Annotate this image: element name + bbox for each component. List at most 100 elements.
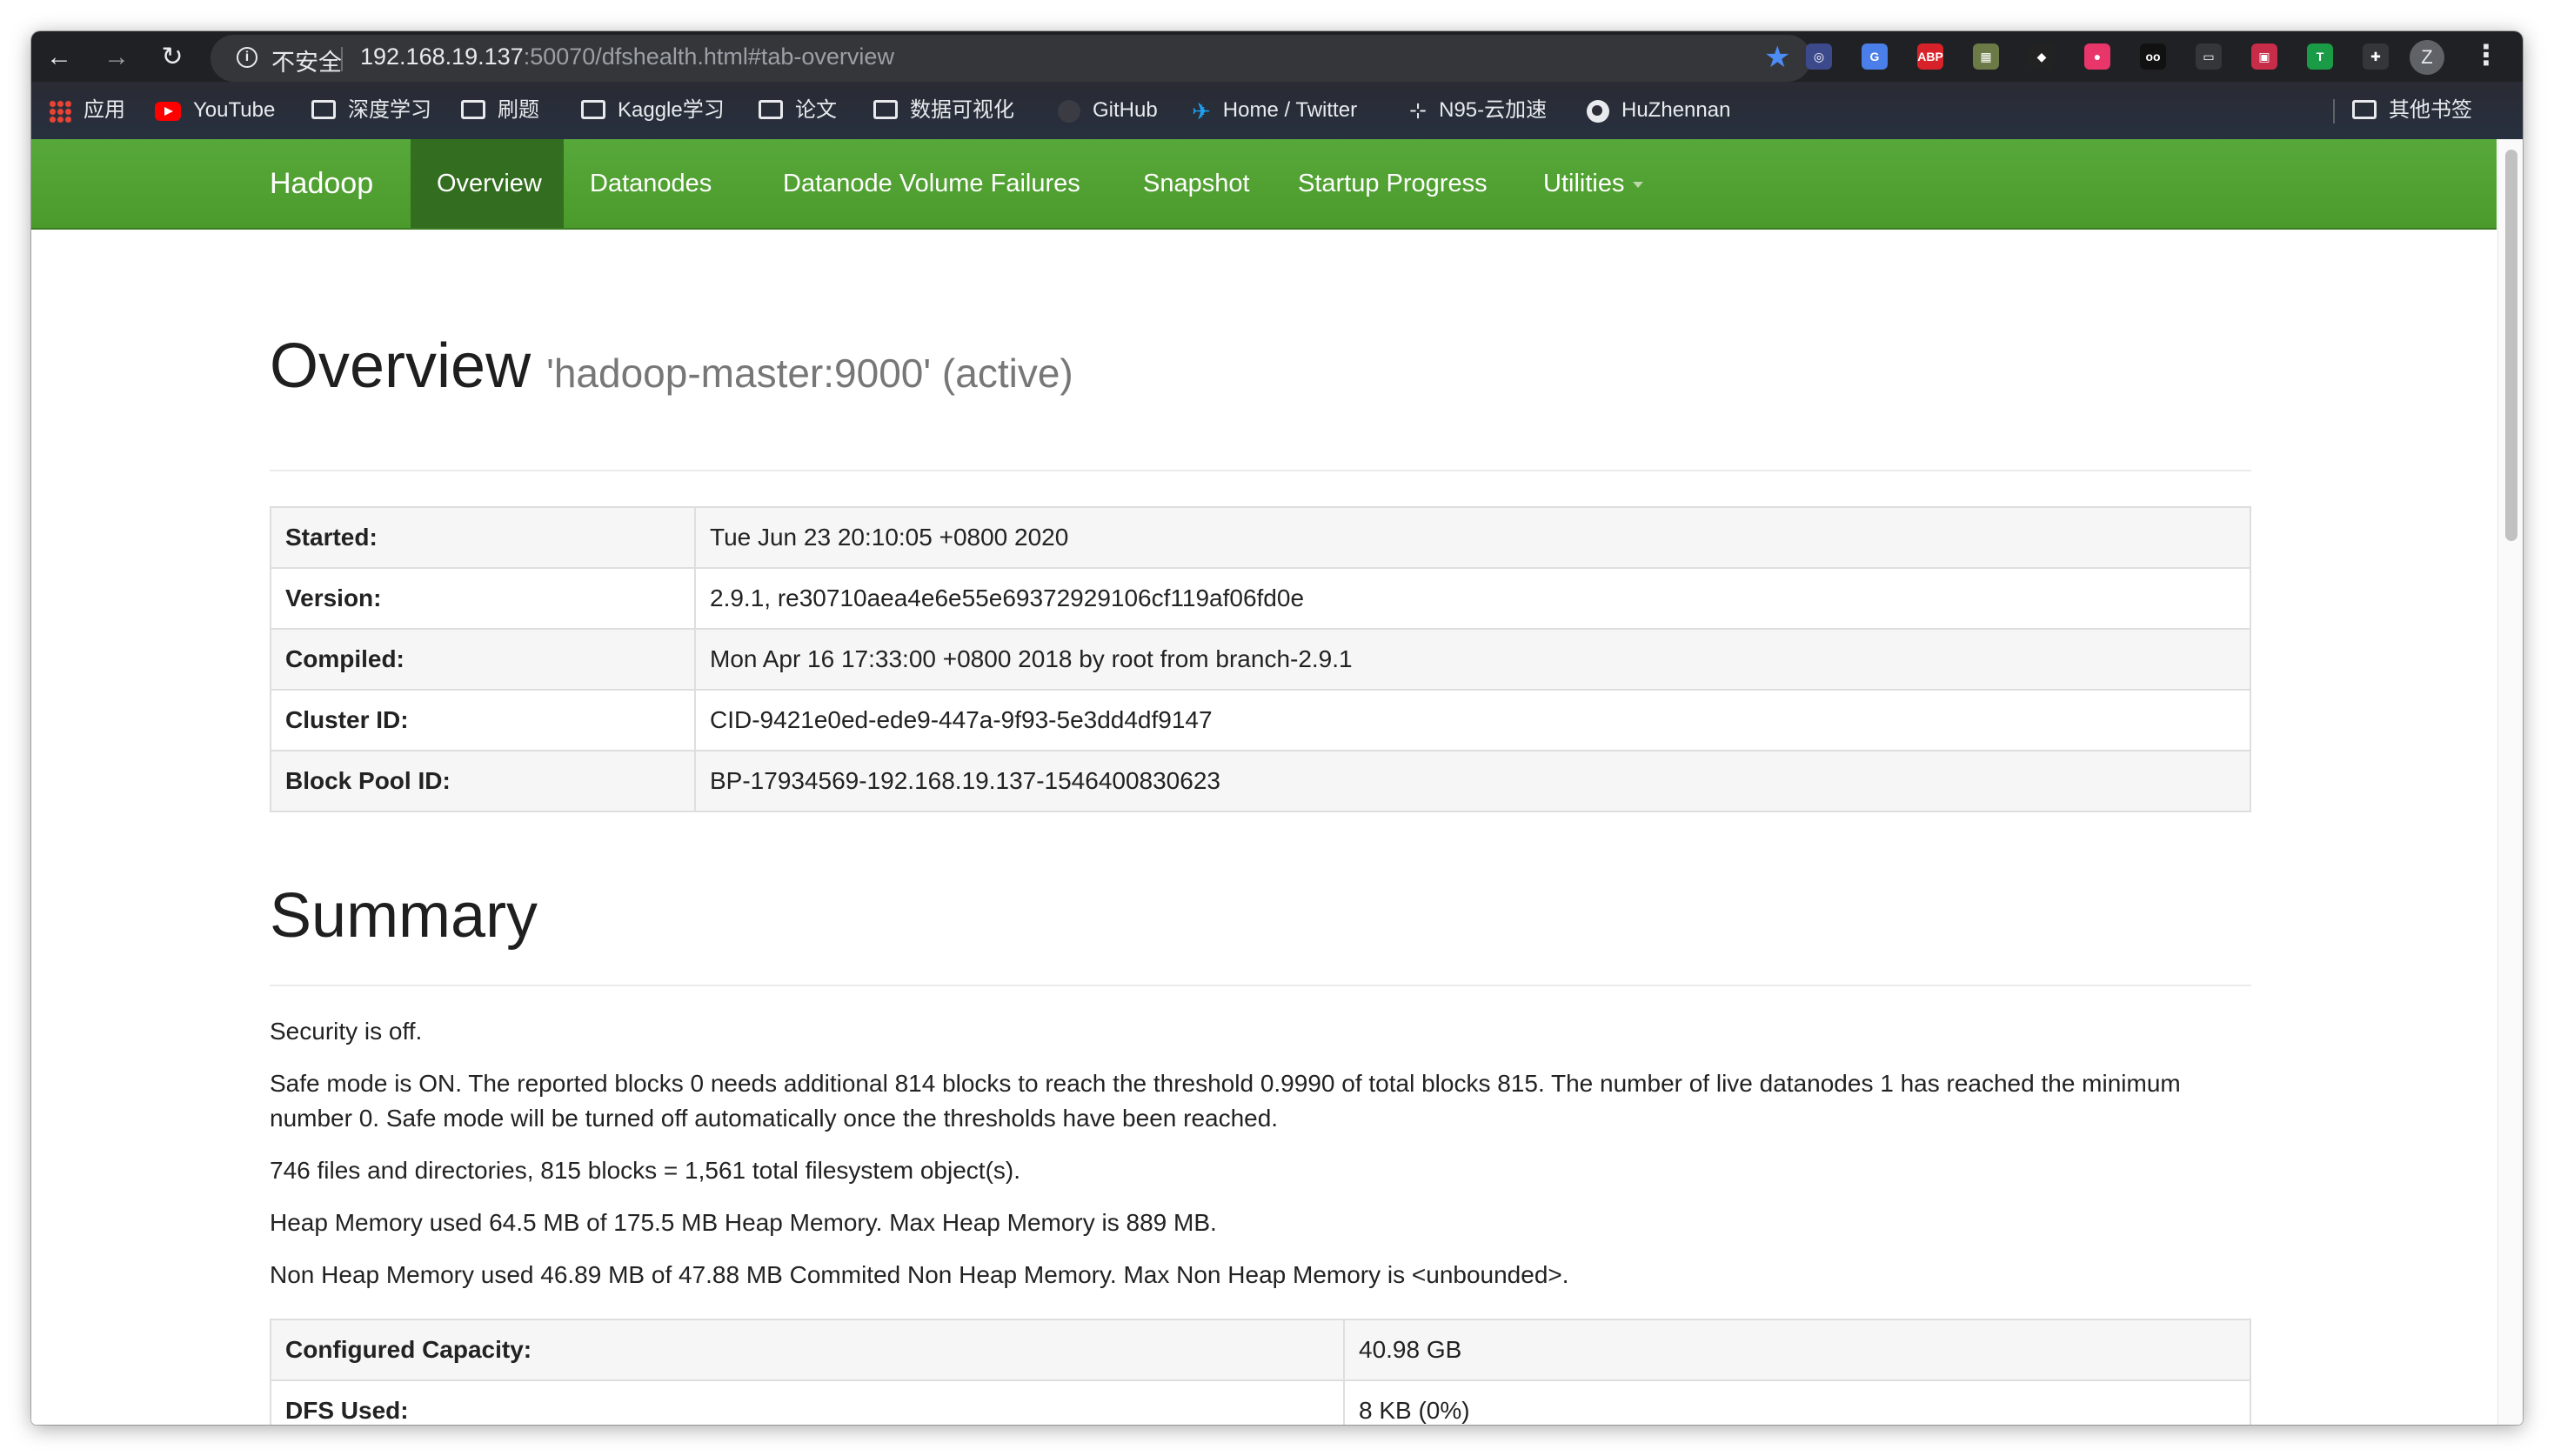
url-text[interactable]: 192.168.19.137:50070/dfshealth.html#tab-… <box>360 43 894 70</box>
bookmarks-divider <box>2333 99 2335 124</box>
row-value: Mon Apr 16 17:33:00 +0800 2018 by root f… <box>694 628 2251 691</box>
heap-memory: Heap Memory used 64.5 MB of 175.5 MB Hea… <box>270 1209 1217 1236</box>
bookmark-folder-dataviz[interactable]: 数据可视化 <box>873 94 1014 127</box>
scrollbar-thumb[interactable] <box>2505 150 2517 541</box>
bookmark-folder-practice[interactable]: 刷题 <box>461 94 539 127</box>
forward-arrow-icon[interactable]: → <box>101 42 132 73</box>
bookmark-huzhennan-label: HuZhennan <box>1621 98 1731 122</box>
reload-icon[interactable]: ↻ <box>157 42 188 73</box>
page-viewport: Hadoop Overview Datanodes Datanode Volum… <box>31 139 2523 1425</box>
profile-avatar[interactable]: Z <box>2410 40 2444 75</box>
menu-kebab-icon[interactable]: ⋮ <box>2472 38 2500 71</box>
summary-title: Summary <box>270 881 538 951</box>
nav-overview[interactable]: Overview <box>411 139 564 228</box>
bookmark-youtube-label: YouTube <box>193 98 276 122</box>
nav-datanodes[interactable]: Datanodes <box>564 139 738 228</box>
extension-translate-icon[interactable]: G <box>1862 43 1888 70</box>
row-key: Version: <box>270 567 696 630</box>
nav-utilities[interactable]: Utilities <box>1517 139 1669 228</box>
bookmark-folder-practice-label: 刷题 <box>498 98 539 122</box>
apps-icon <box>49 99 71 123</box>
bookmark-youtube[interactable]: YouTube <box>155 94 275 127</box>
filesystem-objects: 746 files and directories, 815 blocks = … <box>270 1157 1020 1184</box>
folder-icon <box>759 99 783 119</box>
nonheap-memory: Non Heap Memory used 46.89 MB of 47.88 M… <box>270 1261 1569 1288</box>
folder-icon <box>581 99 605 119</box>
chevron-down-icon <box>1633 181 1644 188</box>
bookmark-apps[interactable]: 应用 <box>49 94 125 127</box>
folder-icon <box>461 99 485 119</box>
youtube-icon <box>155 101 181 121</box>
bookmark-github-label: GitHub <box>1093 98 1158 122</box>
row-key: Block Pool ID: <box>270 750 696 812</box>
hadoop-brand[interactable]: Hadoop <box>270 139 373 228</box>
bookmark-other-label: 其他书签 <box>2389 98 2472 122</box>
summary-table: Configured Capacity: 40.98 GB DFS Used: 8 K… <box>270 1319 2251 1425</box>
address-bar[interactable]: i 不安全 192.168.19.137:50070/dfshealth.htm… <box>211 35 1811 82</box>
row-value: 40.98 GB <box>1343 1319 2251 1381</box>
table-row: Version: 2.9.1, re30710aea4e6e55e69372929… <box>270 567 2251 630</box>
bookmark-folder-kaggle-label: Kaggle学习 <box>618 98 725 122</box>
extension-1-icon[interactable]: ◎ <box>1806 43 1832 70</box>
info-icon[interactable]: i <box>237 47 257 68</box>
bookmark-n95[interactable]: ⊹ N95-云加速 <box>1409 94 1547 127</box>
bookmark-folder-dataviz-label: 数据可视化 <box>910 98 1014 122</box>
back-arrow-icon[interactable]: ← <box>43 42 75 73</box>
table-row: Configured Capacity: 40.98 GB <box>270 1319 2251 1381</box>
extension-adblock-icon[interactable]: ABP <box>1917 43 1943 70</box>
row-key: Cluster ID: <box>270 689 696 751</box>
extension-8-icon[interactable]: ▭ <box>2196 43 2222 70</box>
nav-utilities-label: Utilities <box>1543 170 1625 197</box>
bookmark-other[interactable]: 其他书签 <box>2352 94 2472 127</box>
globe-icon <box>1587 99 1609 123</box>
extensions-menu-icon[interactable]: ✚ <box>2363 43 2389 70</box>
overview-heading: Overview 'hadoop-master:9000' (active) <box>270 331 1073 402</box>
row-key: Started: <box>270 506 696 569</box>
overview-divider <box>270 470 2251 471</box>
github-icon <box>1058 99 1080 123</box>
row-value: CID-9421e0ed-ede9-447a-9f93-5e3dd4df9147 <box>694 689 2251 751</box>
nav-datanode-volume-failures[interactable]: Datanode Volume Failures <box>757 139 1107 228</box>
nav-startup-progress[interactable]: Startup Progress <box>1272 139 1514 228</box>
bookmark-huzhennan[interactable]: HuZhennan <box>1587 94 1730 127</box>
extension-6-icon[interactable]: ● <box>2084 43 2110 70</box>
overview-subtitle: 'hadoop-master:9000' (active) <box>546 351 1073 396</box>
row-key: DFS Used: <box>270 1379 1345 1425</box>
extension-9-icon[interactable]: ▣ <box>2251 43 2277 70</box>
bookmark-folder-papers[interactable]: 论文 <box>759 94 837 127</box>
bookmark-github[interactable]: GitHub <box>1058 94 1158 127</box>
extension-7-icon[interactable]: oo <box>2140 43 2166 70</box>
extension-5-icon[interactable]: ◆ <box>2029 43 2055 70</box>
bookmark-twitter-label: Home / Twitter <box>1222 98 1358 122</box>
row-value: 8 KB (0%) <box>1343 1379 2251 1425</box>
bookmark-folder-papers-label: 论文 <box>795 98 837 122</box>
summary-divider <box>270 985 2251 986</box>
row-value: Tue Jun 23 20:10:05 +0800 2020 <box>694 506 2251 569</box>
browser-toolbar: ← → ↻ i 不安全 192.168.19.137:50070/dfsheal… <box>31 31 2523 82</box>
row-value: 2.9.1, re30710aea4e6e55e69372929106cf119… <box>694 567 2251 630</box>
bookmark-folder-kaggle[interactable]: Kaggle学习 <box>581 94 725 127</box>
folder-icon <box>311 99 336 119</box>
folder-icon <box>873 99 898 119</box>
extension-10-icon[interactable]: T <box>2307 43 2333 70</box>
extension-4-icon[interactable]: ▦ <box>1973 43 1999 70</box>
bookmark-apps-label: 应用 <box>84 98 125 122</box>
table-row: Cluster ID: CID-9421e0ed-ede9-447a-9f93-5… <box>270 689 2251 751</box>
row-key: Compiled: <box>270 628 696 691</box>
folder-icon <box>2352 99 2377 119</box>
twitter-icon: ✈ <box>1192 97 1211 124</box>
address-separator <box>341 47 343 71</box>
bookmark-twitter[interactable]: ✈ Home / Twitter <box>1192 94 1357 127</box>
nav-snapshot[interactable]: Snapshot <box>1117 139 1276 228</box>
bookmark-star-icon[interactable]: ★ <box>1764 40 1790 75</box>
overview-table: Started: Tue Jun 23 20:10:05 +0800 2020 Ve… <box>270 506 2251 812</box>
n95-icon: ⊹ <box>1409 98 1427 123</box>
table-row: DFS Used: 8 KB (0%) <box>270 1379 2251 1425</box>
security-label[interactable]: 不安全 <box>271 43 342 77</box>
url-host: 192.168.19.137 <box>360 43 524 70</box>
safemode-status: Safe mode is ON. The reported blocks 0 n… <box>270 1070 2181 1132</box>
table-row: Block Pool ID: BP-17934569-192.168.19.137… <box>270 750 2251 812</box>
row-value: BP-17934569-192.168.19.137-1546400830623 <box>694 750 2251 812</box>
bookmark-folder-deep-learning[interactable]: 深度学习 <box>311 94 431 127</box>
page-scrollbar[interactable] <box>2497 139 2523 1425</box>
